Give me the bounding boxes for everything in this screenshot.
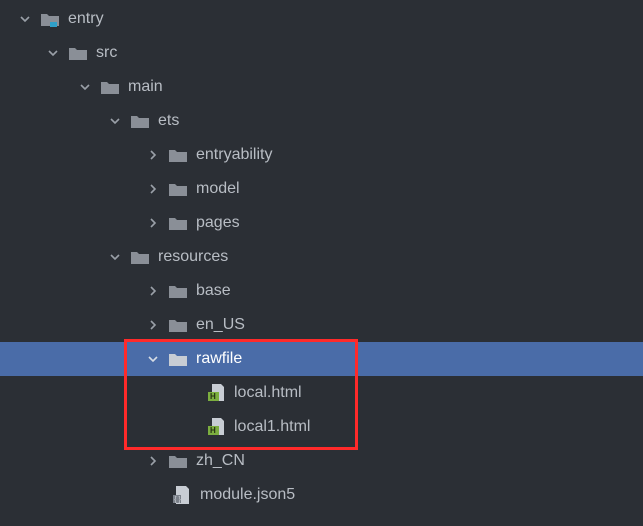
folder-icon xyxy=(168,315,188,335)
arrow-placeholder xyxy=(150,488,164,502)
tree-item-label: ets xyxy=(158,112,179,130)
project-tree: entry src main ets xyxy=(0,0,643,512)
chevron-down-icon xyxy=(146,352,160,366)
tree-item-resources[interactable]: resources xyxy=(0,240,643,274)
tree-item-label: local1.html xyxy=(234,418,310,436)
chevron-down-icon xyxy=(108,250,122,264)
tree-item-label: module.json5 xyxy=(200,486,295,504)
tree-item-label: en_US xyxy=(196,316,245,334)
folder-icon xyxy=(168,145,188,165)
tree-item-label: local.html xyxy=(234,384,302,402)
folder-icon xyxy=(68,43,88,63)
tree-item-label: main xyxy=(128,78,163,96)
chevron-down-icon xyxy=(18,12,32,26)
tree-item-label: src xyxy=(96,44,117,62)
tree-item-ets[interactable]: ets xyxy=(0,104,643,138)
tree-item-label: zh_CN xyxy=(196,452,245,470)
chevron-right-icon xyxy=(146,216,160,230)
tree-item-local-html[interactable]: H local.html xyxy=(0,376,643,410)
chevron-right-icon xyxy=(146,182,160,196)
chevron-down-icon xyxy=(108,114,122,128)
tree-item-pages[interactable]: pages xyxy=(0,206,643,240)
tree-item-module-json5[interactable]: { } module.json5 xyxy=(0,478,643,512)
tree-item-zh-cn[interactable]: zh_CN xyxy=(0,444,643,478)
svg-text:H: H xyxy=(210,426,216,435)
folder-icon xyxy=(168,179,188,199)
folder-icon xyxy=(130,111,150,131)
folder-icon xyxy=(100,77,120,97)
folder-icon xyxy=(168,281,188,301)
svg-text:H: H xyxy=(210,392,216,401)
tree-item-label: model xyxy=(196,180,240,198)
folder-icon xyxy=(168,451,188,471)
chevron-right-icon xyxy=(146,284,160,298)
tree-item-en-us[interactable]: en_US xyxy=(0,308,643,342)
json5-file-icon: { } xyxy=(172,485,192,505)
tree-item-local1-html[interactable]: H local1.html xyxy=(0,410,643,444)
folder-icon xyxy=(168,349,188,369)
chevron-right-icon xyxy=(146,454,160,468)
tree-item-label: resources xyxy=(158,248,228,266)
tree-item-base[interactable]: base xyxy=(0,274,643,308)
arrow-placeholder xyxy=(184,420,198,434)
folder-icon xyxy=(168,213,188,233)
html-file-icon: H xyxy=(206,383,226,403)
folder-icon xyxy=(130,247,150,267)
chevron-right-icon xyxy=(146,148,160,162)
chevron-down-icon xyxy=(78,80,92,94)
chevron-right-icon xyxy=(146,318,160,332)
chevron-down-icon xyxy=(46,46,60,60)
arrow-placeholder xyxy=(184,386,198,400)
tree-item-rawfile[interactable]: rawfile xyxy=(0,342,643,376)
tree-item-label: entry xyxy=(68,10,104,28)
tree-item-label: base xyxy=(196,282,231,300)
svg-text:{ }: { } xyxy=(174,497,181,504)
tree-item-main[interactable]: main xyxy=(0,70,643,104)
tree-item-label: rawfile xyxy=(196,350,242,368)
tree-item-src[interactable]: src xyxy=(0,36,643,70)
html-file-icon: H xyxy=(206,417,226,437)
tree-item-label: entryability xyxy=(196,146,272,164)
tree-item-entry[interactable]: entry xyxy=(0,2,643,36)
tree-item-label: pages xyxy=(196,214,240,232)
tree-item-entryability[interactable]: entryability xyxy=(0,138,643,172)
module-folder-icon xyxy=(40,9,60,29)
tree-item-model[interactable]: model xyxy=(0,172,643,206)
